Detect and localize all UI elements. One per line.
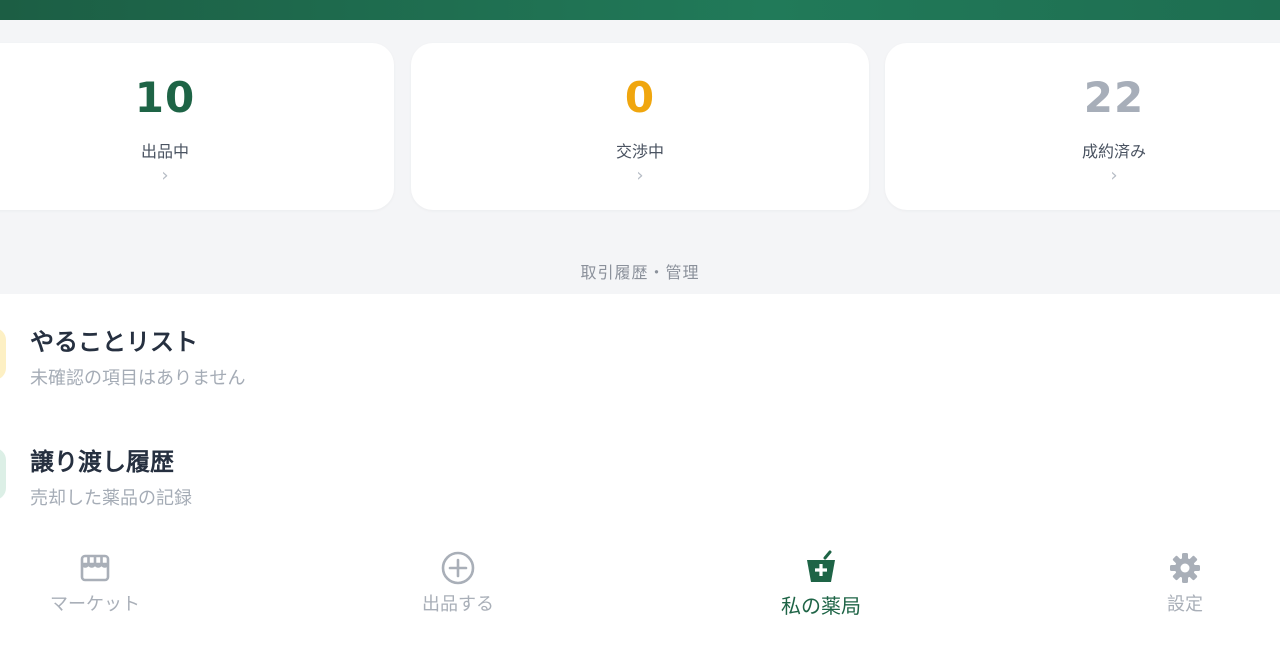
stat-card-listed[interactable]: 10 出品中 › <box>0 43 394 210</box>
list-icon-badge <box>0 448 6 500</box>
section-title: 取引履歴・管理 <box>580 263 700 282</box>
list-item-subtitle: 未確認の項目はありません <box>30 368 246 389</box>
store-icon <box>80 554 110 582</box>
nav-item-pharmacy[interactable]: 私の薬局 <box>721 550 921 619</box>
chevron-right-icon: › <box>636 165 644 186</box>
list-item-transfer-history[interactable]: 譲り渡し履歴 売却した薬品の記録 <box>0 414 1280 534</box>
list-item-todo[interactable]: やることリスト 未確認の項目はありません <box>0 294 1280 414</box>
nav-item-sell[interactable]: 出品する <box>358 550 558 616</box>
nav-label-pharmacy: 私の薬局 <box>781 594 861 618</box>
stat-card-negotiating[interactable]: 0 交渉中 › <box>411 43 869 210</box>
gear-icon <box>1170 553 1200 583</box>
chevron-right-icon: › <box>161 165 169 186</box>
stat-negotiating-count: 0 <box>624 73 656 122</box>
stat-completed-label: 成約済み <box>1081 142 1146 161</box>
list-item-title: やることリスト <box>30 328 198 356</box>
top-app-bar <box>0 0 1280 20</box>
list-item-subtitle: 売却した薬品の記録 <box>30 488 192 509</box>
plus-circle-icon <box>441 551 475 585</box>
stat-completed-count: 22 <box>1083 73 1145 122</box>
pharmacy-icon <box>807 550 835 582</box>
chevron-right-icon: › <box>1110 165 1118 186</box>
bottom-nav: マーケット 出品する 私の薬局 設定 <box>0 534 1280 670</box>
stats-row: 10 出品中 › 0 交渉中 › 22 成約済み › <box>0 43 1280 210</box>
stat-card-completed[interactable]: 22 成約済み › <box>885 43 1280 210</box>
stat-negotiating-label: 交渉中 <box>615 142 664 161</box>
stat-listed-label: 出品中 <box>140 142 189 161</box>
list-icon-badge <box>0 328 6 380</box>
stat-listed-count: 10 <box>134 73 196 122</box>
list-item-title: 譲り渡し履歴 <box>30 448 174 476</box>
nav-label-market: マーケット <box>50 594 140 615</box>
nav-label-settings: 設定 <box>1167 594 1203 615</box>
nav-item-settings[interactable]: 設定 <box>1085 550 1280 616</box>
nav-label-sell: 出品する <box>422 594 494 615</box>
nav-item-market[interactable]: マーケット <box>0 550 195 616</box>
history-list: やることリスト 未確認の項目はありません 譲り渡し履歴 売却した薬品の記録 <box>0 294 1280 534</box>
